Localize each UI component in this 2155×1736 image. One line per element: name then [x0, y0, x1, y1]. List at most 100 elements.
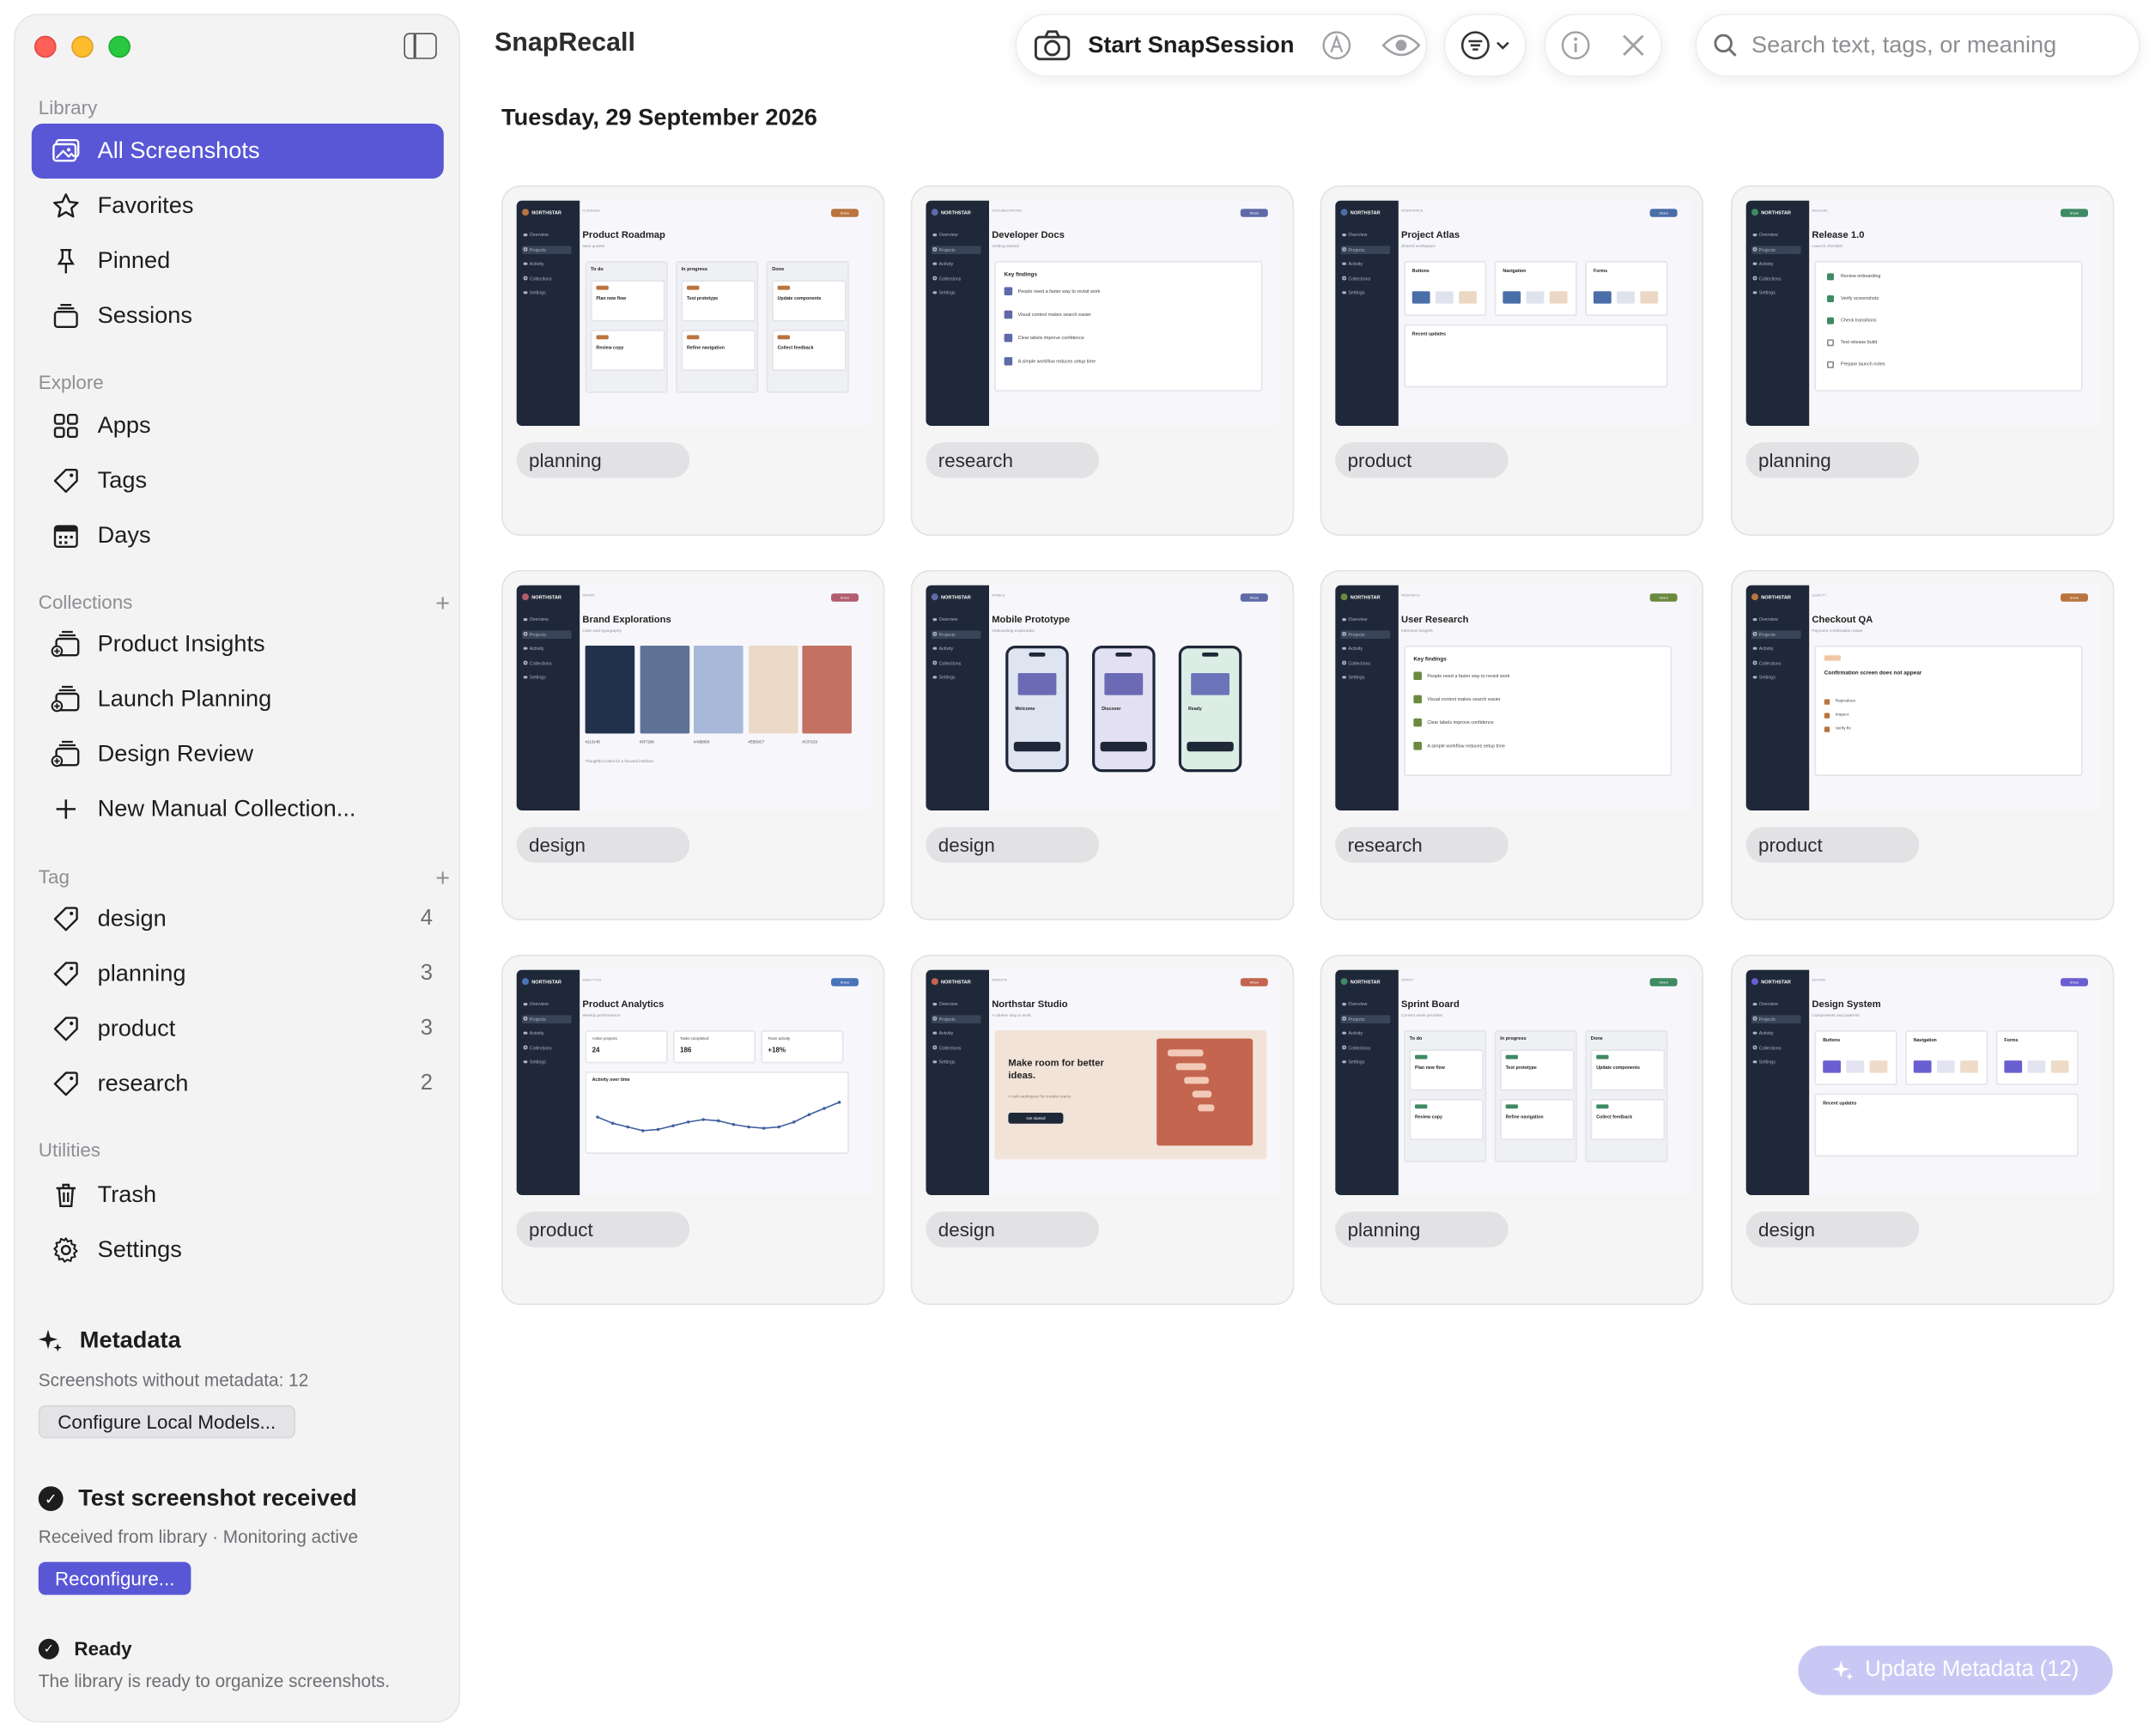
screenshot-card[interactable]: NORTHSTAR Overview Projects Activity Collect…	[1320, 955, 1703, 1305]
hero-art	[1156, 1038, 1254, 1146]
screenshot-thumbnail[interactable]: NORTHSTAR Overview Projects Activity Collect…	[516, 585, 872, 810]
info-icon[interactable]	[1561, 30, 1591, 60]
add-collection-button[interactable]: +	[435, 591, 450, 616]
search-input[interactable]: Search text, tags, or meaning	[1751, 32, 2056, 59]
mock-nav-item: Activity	[1341, 644, 1391, 653]
sidebar-item-product[interactable]: product 3	[32, 1001, 444, 1056]
mock-nav-item: Collections	[1341, 659, 1391, 667]
screenshot-thumbnail[interactable]: NORTHSTAR Overview Projects Activity Collect…	[926, 969, 1282, 1195]
sidebar-item-tags[interactable]: Tags	[32, 453, 444, 508]
tag-pill[interactable]: design	[926, 1211, 1099, 1247]
sidebar-item-design-review[interactable]: Design Review	[32, 726, 444, 781]
card-chip-icon	[1505, 1054, 1518, 1059]
component-title: Navigation	[1913, 1037, 1937, 1043]
screenshot-card[interactable]: NORTHSTAR Overview Projects Activity Collect…	[1731, 570, 2115, 920]
zoom-window-button[interactable]	[108, 35, 131, 58]
mock-brand: NORTHSTAR	[941, 979, 971, 985]
phone-button	[1013, 742, 1061, 752]
sidebar-item-sessions[interactable]: Sessions	[32, 288, 444, 343]
tag-pill[interactable]: planning	[516, 442, 690, 478]
screenshot-thumbnail[interactable]: NORTHSTAR Overview Projects Activity Collect…	[1745, 585, 2102, 810]
mock-brand: NORTHSTAR	[1350, 594, 1381, 600]
tag-pill[interactable]: design	[926, 827, 1099, 863]
screenshot-thumbnail[interactable]: NORTHSTAR Overview Projects Activity Collect…	[1745, 200, 2102, 426]
sidebar-item-design[interactable]: design 4	[32, 891, 444, 946]
eye-icon[interactable]	[1381, 33, 1421, 58]
screenshot-card[interactable]: NORTHSTAR Overview Projects Activity Collect…	[910, 185, 1295, 536]
sidebar-item-pinned[interactable]: Pinned	[32, 234, 444, 288]
sidebar-item-favorites[interactable]: Favorites	[32, 179, 444, 234]
screenshot-card[interactable]: NORTHSTAR Overview Projects Activity Collect…	[1731, 185, 2115, 536]
sidebar-item-product-insights[interactable]: Product Insights	[32, 616, 444, 671]
screenshot-card[interactable]: NORTHSTAR Overview Projects Activity Collect…	[910, 570, 1295, 920]
finding-text: Clear labels improve confidence	[1427, 719, 1494, 725]
mock-nav-item: Collections	[932, 659, 981, 667]
card-chip-icon	[1596, 1104, 1609, 1109]
screenshot-card[interactable]: NORTHSTAR Overview Projects Activity Collect…	[501, 185, 885, 536]
component-swatch	[1617, 291, 1635, 304]
screenshot-thumbnail[interactable]: NORTHSTAR Overview Projects Activity Collect…	[1335, 585, 1691, 810]
start-snapsession-button[interactable]: Start SnapSession	[1088, 32, 1294, 59]
screenshot-thumbnail[interactable]: NORTHSTAR Overview Projects Activity Collect…	[1335, 969, 1691, 1195]
sidebar-item-new-manual-collection[interactable]: New Manual Collection...	[32, 781, 444, 836]
sidebar-item-all-screenshots[interactable]: All Screenshots	[31, 124, 444, 179]
sidebar-item-launch-planning[interactable]: Launch Planning	[32, 671, 444, 726]
add-tag-button[interactable]: +	[435, 865, 450, 890]
sidebar-toggle-icon[interactable]	[404, 33, 437, 59]
camera-icon[interactable]	[1033, 29, 1071, 62]
filter-menu-button[interactable]	[1443, 14, 1527, 77]
screenshot-card[interactable]: NORTHSTAR Overview Projects Activity Collect…	[1320, 570, 1703, 920]
screenshot-card[interactable]: NORTHSTAR Overview Projects Activity Collect…	[501, 570, 885, 920]
tag-pill[interactable]: research	[1335, 827, 1508, 863]
screenshot-thumbnail[interactable]: NORTHSTAR Overview Projects Activity Collect…	[516, 200, 872, 426]
stat-value: 186	[680, 1047, 692, 1055]
tag-pill[interactable]: planning	[1745, 442, 1920, 478]
nav-dot-icon	[523, 617, 527, 622]
sidebar-item-settings[interactable]: Settings	[32, 1223, 444, 1278]
tag-pill[interactable]: research	[926, 442, 1099, 478]
mock-title: Release 1.0	[1812, 230, 1865, 240]
close-window-button[interactable]	[34, 35, 57, 58]
sidebar-item-planning[interactable]: planning 3	[32, 946, 444, 1001]
tag-pill[interactable]: product	[1745, 827, 1920, 863]
trash-icon	[51, 1180, 81, 1210]
screenshot-thumbnail[interactable]: NORTHSTAR Overview Projects Activity Collect…	[1335, 200, 1691, 426]
screenshot-thumbnail[interactable]: NORTHSTAR Overview Projects Activity Collect…	[926, 200, 1282, 426]
tag-pill[interactable]: design	[1745, 1211, 1920, 1247]
search-icon	[1714, 33, 1737, 57]
nav-dot-icon	[932, 262, 937, 266]
sidebar-item-apps[interactable]: Apps	[32, 398, 444, 453]
mock-nav-item: Overview	[1341, 616, 1391, 624]
screenshot-card[interactable]: NORTHSTAR Overview Projects Activity Collect…	[501, 955, 885, 1305]
tag-pill[interactable]: design	[516, 827, 690, 863]
screenshot-card[interactable]: NORTHSTAR Overview Projects Activity Collect…	[1731, 955, 2115, 1305]
search-field[interactable]: Search text, tags, or meaning	[1695, 14, 2140, 77]
sidebar-item-label: Days	[97, 522, 151, 549]
nav-dot-icon	[1342, 233, 1346, 237]
close-icon[interactable]	[1621, 33, 1646, 58]
sidebar-item-research[interactable]: research 2	[32, 1056, 444, 1111]
markup-icon[interactable]	[1322, 30, 1352, 60]
mock-nav-label: Projects	[1348, 246, 1365, 252]
screenshot-thumbnail[interactable]: NORTHSTAR Overview Projects Activity Collect…	[516, 969, 872, 1195]
tag-pill[interactable]: product	[516, 1211, 690, 1247]
screenshot-card[interactable]: NORTHSTAR Overview Projects Activity Collect…	[910, 955, 1295, 1305]
component-swatch	[1640, 291, 1659, 304]
stat-card: Tasks completed 186	[673, 1030, 756, 1064]
reconfigure-button[interactable]: Reconfigure...	[38, 1562, 191, 1595]
minimize-window-button[interactable]	[71, 35, 94, 58]
update-metadata-button[interactable]: Update Metadata (12)	[1798, 1645, 2113, 1696]
tag-pill[interactable]: planning	[1335, 1211, 1508, 1247]
configure-local-models-button[interactable]: Configure Local Models...	[38, 1405, 295, 1439]
nav-dot-icon	[1752, 632, 1757, 636]
screenshot-thumbnail[interactable]: NORTHSTAR Overview Projects Activity Collect…	[1745, 969, 2102, 1195]
sidebar-item-days[interactable]: Days	[32, 508, 444, 563]
ready-status-title: Ready	[74, 1637, 132, 1660]
sidebar-item-trash[interactable]: Trash	[32, 1168, 444, 1223]
mock-nav-label: Projects	[1348, 1016, 1365, 1022]
board-card-title: Refine navigation	[687, 344, 725, 350]
tag-pill[interactable]: product	[1335, 442, 1508, 478]
screenshot-card[interactable]: NORTHSTAR Overview Projects Activity Collect…	[1320, 185, 1703, 536]
screenshot-thumbnail[interactable]: NORTHSTAR Overview Projects Activity Collect…	[926, 585, 1282, 810]
nav-dot-icon	[1342, 1031, 1346, 1035]
